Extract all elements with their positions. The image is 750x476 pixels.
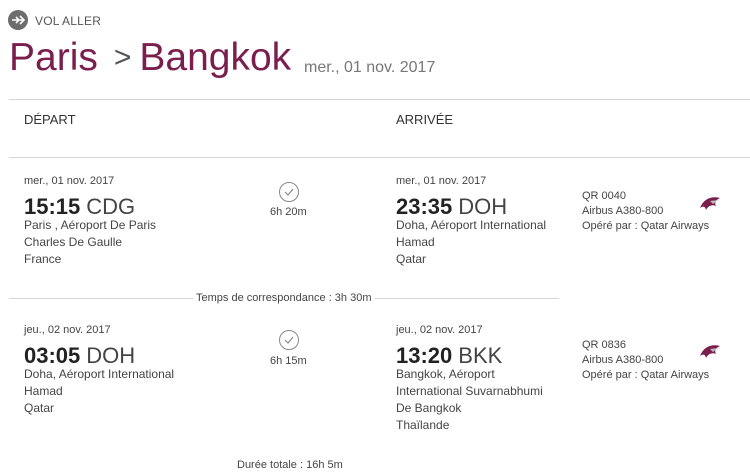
arrival-date: mer., 01 nov. 2017	[396, 175, 487, 187]
place-line: International Suvarnabhumi	[396, 384, 543, 398]
place-line: Qatar	[24, 401, 55, 415]
place-line: Hamad	[396, 235, 435, 249]
arrival-time: 13:20	[396, 343, 453, 368]
connection-time: Temps de correspondance : 3h 30m	[193, 292, 375, 304]
operator-prefix: Opéré par :	[582, 369, 641, 381]
place-line: France	[24, 252, 62, 266]
destination-city: Bangkok	[139, 36, 292, 79]
arrival-airport-code: DOH	[458, 194, 508, 219]
route-arrow: >	[113, 41, 132, 74]
flight-info: QR 0836 Airbus A380-800 Opéré par : Qata…	[582, 338, 709, 383]
operator-name: Qatar Airways	[640, 369, 710, 381]
arrival-date: jeu., 02 nov. 2017	[396, 324, 483, 336]
departure-place: Paris , Aéroport De Paris Charles De Gau…	[24, 217, 156, 268]
aircraft-type: Airbus A380-800	[582, 354, 664, 366]
qatar-airways-logo-icon	[698, 194, 722, 214]
plane-icon	[8, 10, 28, 30]
arrival-place: Doha, Aéroport International Hamad Qatar	[396, 217, 546, 268]
origin-city: Paris	[9, 36, 98, 79]
arrival-place: Bangkok, Aéroport International Suvarnab…	[396, 366, 543, 434]
arrival-column-header: ARRIVÉE	[396, 112, 454, 127]
divider	[9, 157, 750, 158]
departure-place: Doha, Aéroport International Hamad Qatar	[24, 366, 174, 417]
trip-direction-label: VOL ALLER	[35, 14, 102, 28]
aircraft-type: Airbus A380-800	[582, 205, 664, 217]
route-title: Paris > Bangkok	[9, 38, 291, 77]
flight-info: QR 0040 Airbus A380-800 Opéré par : Qata…	[582, 189, 709, 234]
clock-icon	[279, 330, 299, 350]
operator-name: Qatar Airways	[640, 220, 710, 232]
clock-icon	[279, 182, 299, 202]
place-line: Doha, Aéroport International	[24, 367, 175, 381]
place-line: De Bangkok	[396, 401, 462, 415]
place-line: Thaïlande	[396, 418, 450, 432]
place-line: Paris , Aéroport De Paris	[24, 218, 157, 232]
segment-duration: 6h 15m	[270, 355, 307, 367]
operator-line: Opéré par : Qatar Airways	[582, 219, 709, 234]
depart-column-header: DÉPART	[24, 112, 76, 127]
divider	[9, 99, 750, 100]
flight-number: QR 0040	[582, 190, 627, 202]
flight-number: QR 0836	[582, 339, 627, 351]
qatar-airways-logo-icon	[698, 342, 722, 362]
departure-airport-code: DOH	[86, 343, 136, 368]
departure-airport-code: CDG	[86, 194, 136, 219]
place-line: Hamad	[24, 384, 63, 398]
operator-prefix: Opéré par :	[582, 220, 641, 232]
departure-date: jeu., 02 nov. 2017	[24, 324, 111, 336]
operator-line: Opéré par : Qatar Airways	[582, 368, 709, 383]
segment-duration: 6h 20m	[270, 206, 307, 218]
place-line: Charles De Gaulle	[24, 235, 123, 249]
trip-date: mer., 01 nov. 2017	[304, 59, 436, 76]
place-line: Doha, Aéroport International	[396, 218, 547, 232]
arrival-airport-code: BKK	[458, 343, 503, 368]
departure-date: mer., 01 nov. 2017	[24, 175, 115, 187]
total-duration: Durée totale : 16h 5m	[237, 459, 343, 471]
departure-time: 03:05	[24, 343, 81, 368]
place-line: Qatar	[396, 252, 427, 266]
departure-time: 15:15	[24, 194, 81, 219]
place-line: Bangkok, Aéroport	[396, 367, 495, 381]
arrival-time: 23:35	[396, 194, 453, 219]
